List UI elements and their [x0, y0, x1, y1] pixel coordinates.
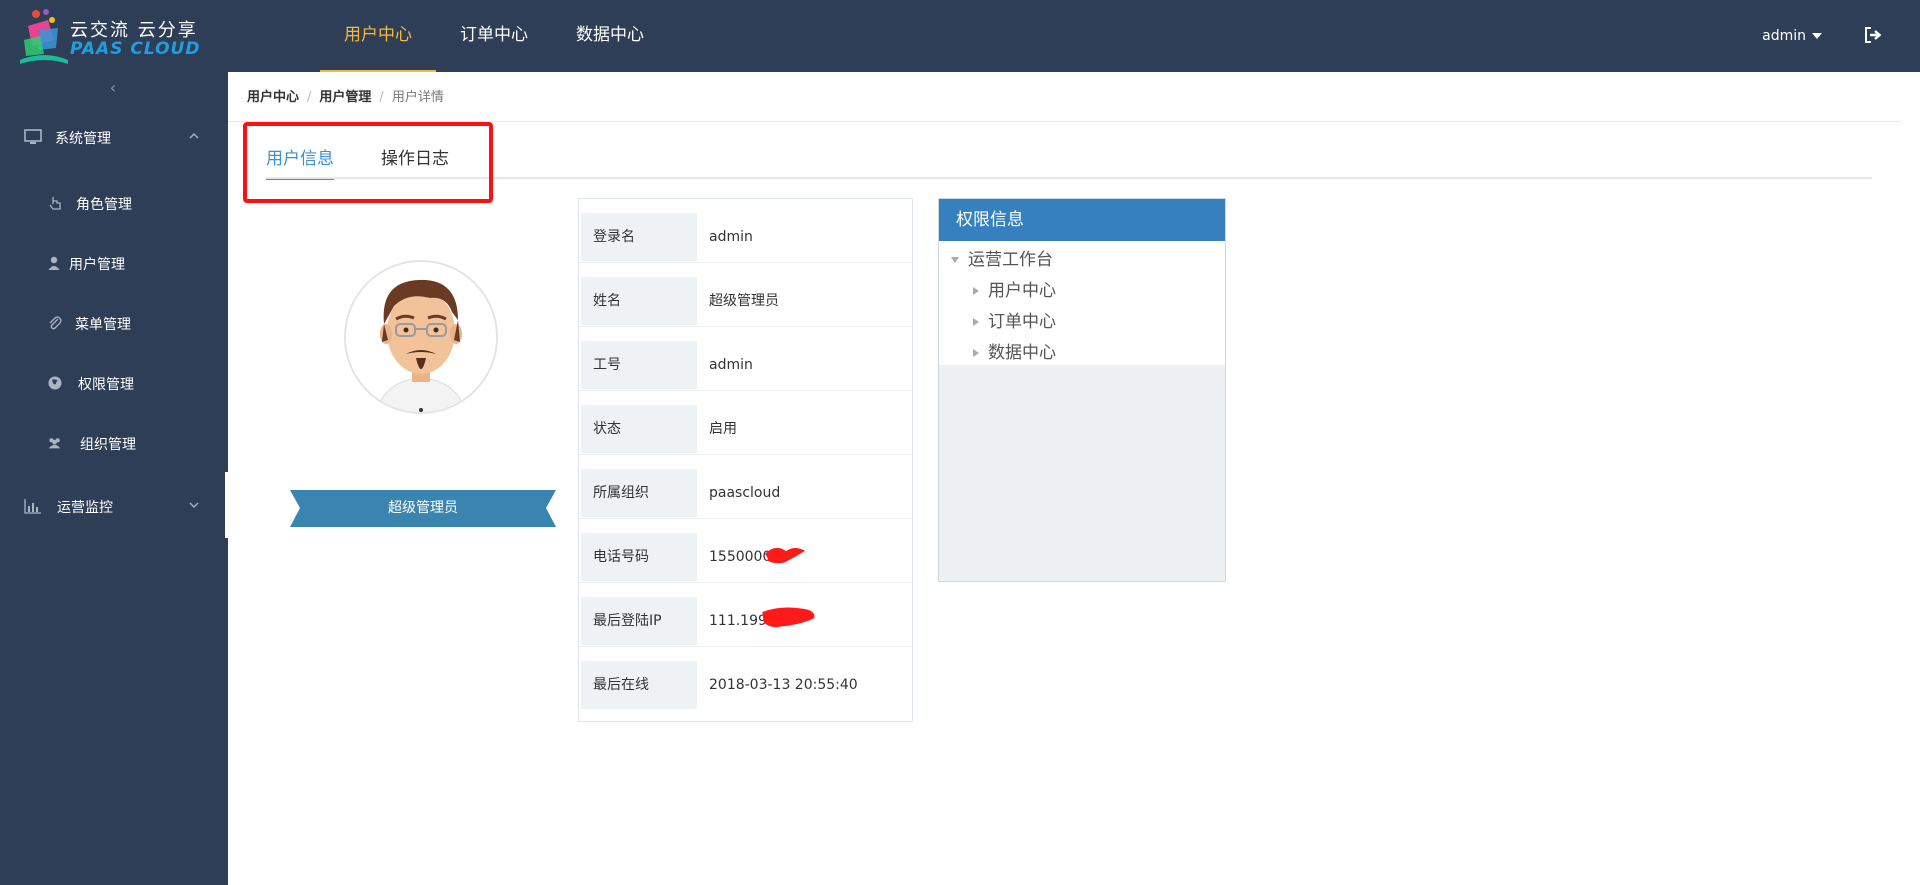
- sidebar-group-system[interactable]: 系统管理: [0, 112, 228, 162]
- sidebar-item-permissions[interactable]: 权限管理: [0, 363, 228, 403]
- info-row-last-ip: 最后登陆IP 111.199.: [579, 583, 912, 647]
- info-label: 所属组织: [581, 469, 697, 517]
- tree-node-root[interactable]: 运营工作台: [951, 245, 1053, 270]
- caret-down-icon: [951, 257, 959, 263]
- info-value: 超级管理员: [709, 293, 779, 309]
- highlight-annotation: [243, 122, 493, 203]
- top-header: 云交流 云分享 PAAS CLOUD 用户中心 订单中心 数据中心 admin: [0, 0, 1920, 72]
- tree-node-label: 运营工作台: [968, 250, 1053, 270]
- top-nav: 用户中心 订单中心 数据中心: [320, 0, 668, 72]
- tree-node-label: 订单中心: [988, 312, 1056, 332]
- info-row-phone: 电话号码 1550000: [579, 519, 912, 583]
- breadcrumb-item[interactable]: 用户中心: [247, 90, 299, 105]
- sidebar-item-label: 菜单管理: [75, 317, 131, 333]
- info-value: 1550000: [709, 549, 772, 565]
- info-label: 工号: [581, 341, 697, 389]
- user-icon: [48, 256, 60, 270]
- breadcrumb: 用户中心 / 用户管理 / 用户详情: [247, 86, 444, 105]
- bar-chart-icon: [24, 499, 41, 514]
- sidebar-group-label: 系统管理: [55, 131, 111, 147]
- user-menu[interactable]: admin: [1762, 0, 1822, 72]
- logo[interactable]: 云交流 云分享 PAAS CLOUD: [18, 6, 218, 66]
- permission-panel-title: 权限信息: [939, 199, 1225, 241]
- caret-right-icon: [973, 287, 979, 295]
- tree-node-label: 数据中心: [988, 343, 1056, 363]
- redaction-mark: [764, 547, 806, 564]
- info-value: admin: [709, 229, 753, 245]
- info-row-status: 状态 启用: [579, 391, 912, 455]
- tree-node-label: 用户中心: [988, 281, 1056, 301]
- sidebar-item-users[interactable]: 用户管理: [0, 243, 228, 283]
- tab-underline: [266, 177, 1872, 179]
- tree-node-child[interactable]: 数据中心: [973, 338, 1056, 363]
- avatar: [344, 260, 498, 414]
- info-value: paascloud: [709, 485, 781, 501]
- info-row-login: 登录名 admin: [579, 199, 912, 263]
- role-badge: 超级管理员: [388, 500, 458, 516]
- info-label: 最后在线: [581, 661, 697, 709]
- sidebar-group-label: 运营监控: [57, 500, 113, 516]
- logo-brand: PAAS CLOUD: [70, 39, 201, 59]
- monitor-icon: [24, 129, 42, 144]
- permission-tree: 运营工作台 用户中心 订单中心 数据中心: [939, 241, 1225, 365]
- info-label: 登录名: [581, 213, 697, 261]
- tree-node-child[interactable]: 订单中心: [973, 307, 1056, 332]
- breadcrumb-item[interactable]: 用户管理: [319, 90, 371, 105]
- info-row-last-online: 最后在线 2018-03-13 20:55:40: [579, 647, 912, 711]
- sidebar-item-label: 组织管理: [80, 437, 136, 453]
- nav-data-center[interactable]: 数据中心: [552, 0, 668, 72]
- chevron-up-icon: [189, 133, 199, 139]
- info-label: 电话号码: [581, 533, 697, 581]
- firefox-icon: [48, 376, 62, 390]
- caret-down-icon: [1812, 33, 1822, 39]
- paperclip-icon: [49, 316, 62, 330]
- sidebar-item-menus[interactable]: 菜单管理: [0, 303, 228, 343]
- breadcrumb-current: 用户详情: [391, 90, 444, 105]
- logout-icon[interactable]: [1864, 26, 1882, 44]
- chevron-down-icon: [189, 502, 199, 508]
- redaction-mark: [762, 607, 815, 627]
- sidebar-item-label: 用户管理: [69, 257, 125, 273]
- sidebar-item-organizations[interactable]: 组织管理: [0, 423, 228, 463]
- main-content: 用户中心 / 用户管理 / 用户详情 用户信息 操作日志 超级管理员 登录名 a…: [228, 72, 1920, 885]
- info-label: 最后登陆IP: [581, 597, 697, 645]
- info-value: admin: [709, 357, 753, 373]
- hand-pointer-icon: [49, 197, 61, 210]
- caret-right-icon: [973, 318, 979, 326]
- info-row-name: 姓名 超级管理员: [579, 263, 912, 327]
- info-value: 启用: [709, 421, 737, 437]
- nav-user-center[interactable]: 用户中心: [320, 0, 436, 72]
- logo-mark-icon: [20, 9, 68, 64]
- breadcrumb-separator: /: [307, 90, 312, 105]
- info-label: 状态: [581, 405, 697, 453]
- info-row-employee-id: 工号 admin: [579, 327, 912, 391]
- permission-panel: 权限信息 运营工作台 用户中心 订单中心 数据中心: [938, 198, 1226, 582]
- sidebar-item-roles[interactable]: 角色管理: [0, 183, 228, 223]
- user-name: admin: [1762, 28, 1806, 44]
- sidebar-collapse-icon[interactable]: ‹: [106, 78, 120, 98]
- info-label: 姓名: [581, 277, 697, 325]
- sidebar-group-operations[interactable]: 运营监控: [0, 481, 228, 531]
- info-value: 2018-03-13 20:55:40: [709, 677, 858, 693]
- user-info-table: 登录名 admin 姓名 超级管理员 工号 admin 状态 启用 所属组织 p…: [578, 198, 913, 722]
- breadcrumb-separator: /: [379, 90, 384, 105]
- sidebar-item-label: 角色管理: [76, 197, 132, 213]
- sidebar-item-label: 权限管理: [78, 377, 134, 393]
- info-row-organization: 所属组织 paascloud: [579, 455, 912, 519]
- caret-right-icon: [973, 349, 979, 357]
- tree-node-child[interactable]: 用户中心: [973, 276, 1056, 301]
- avatar-illustration: [346, 262, 496, 412]
- sidebar: ‹ 系统管理 角色管理 用户管理 菜单管理 权限管理 组织管理 运营监控: [0, 72, 228, 885]
- nav-order-center[interactable]: 订单中心: [436, 0, 552, 72]
- users-icon: [48, 438, 61, 449]
